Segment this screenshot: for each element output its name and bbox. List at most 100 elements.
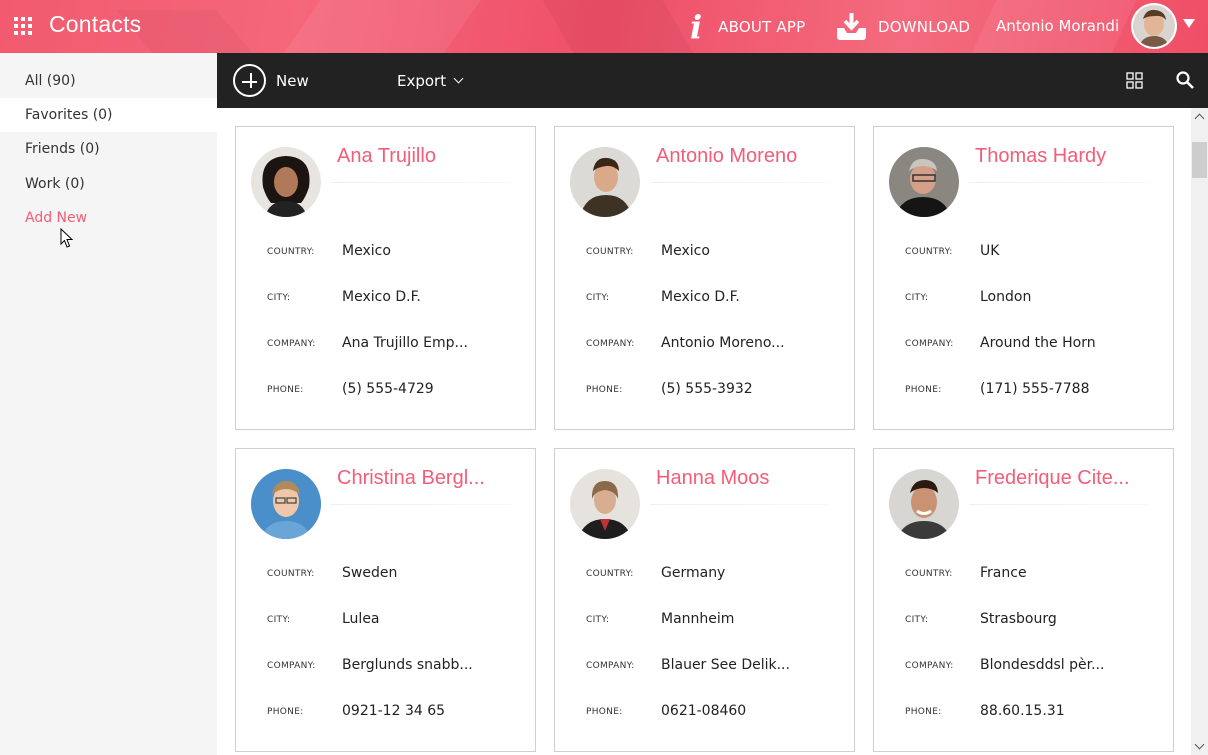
header-decoration	[116, 10, 283, 53]
vertical-scrollbar[interactable]	[1191, 108, 1208, 755]
divider	[650, 504, 830, 505]
city-value: Mexico D.F.	[661, 289, 740, 305]
user-name[interactable]: Antonio Morandi	[996, 17, 1119, 35]
divider	[650, 182, 830, 183]
sidebar-item-work[interactable]: Work (0)	[0, 167, 217, 201]
company-value: Antonio Moreno...	[661, 335, 785, 351]
download-label: DOWNLOAD	[878, 18, 971, 36]
contact-photo	[889, 469, 959, 539]
header-decoration	[531, 0, 709, 53]
phone-label: PHONE:	[267, 385, 304, 395]
phone-label: PHONE:	[267, 707, 304, 717]
card-view-icon[interactable]	[1126, 72, 1143, 89]
new-contact-button[interactable]: New	[233, 64, 309, 97]
contact-card[interactable]: Thomas Hardy COUNTRY: UK CITY: London CO…	[873, 126, 1174, 430]
contact-name[interactable]: Frederique Cite...	[975, 467, 1150, 490]
scroll-down-arrow-icon[interactable]	[1191, 738, 1208, 755]
sidebar: All (90) Favorites (0) Friends (0) Work …	[0, 53, 217, 755]
country-label: COUNTRY:	[905, 569, 953, 579]
phone-value: (171) 555-7788	[980, 381, 1090, 397]
company-label: COMPANY:	[267, 661, 316, 671]
contact-photo	[570, 147, 640, 217]
city-value: Strasbourg	[980, 611, 1057, 627]
country-value: Sweden	[342, 565, 398, 581]
contact-name[interactable]: Antonio Moreno	[656, 145, 831, 168]
sidebar-item-friends[interactable]: Friends (0)	[0, 132, 217, 166]
export-dropdown[interactable]: Export	[397, 72, 464, 90]
contact-card[interactable]: Christina Bergl... COUNTRY: Sweden CITY:…	[235, 448, 536, 752]
city-label: CITY:	[905, 293, 929, 303]
sidebar-item-all[interactable]: All (90)	[0, 64, 217, 98]
about-app-button[interactable]: i ABOUT APP	[690, 10, 805, 44]
contact-name[interactable]: Christina Bergl...	[337, 467, 512, 490]
contact-photo	[889, 147, 959, 217]
chevron-down-icon	[453, 73, 464, 83]
apps-grid-icon[interactable]	[14, 17, 33, 36]
city-label: CITY:	[267, 615, 291, 625]
user-photo	[1133, 5, 1175, 47]
phone-value: 0621-08460	[661, 703, 747, 719]
company-value: Blondesddsl pèr...	[980, 657, 1105, 673]
contact-photo	[570, 469, 640, 539]
country-value: Germany	[661, 565, 726, 581]
company-value: Around the Horn	[980, 335, 1096, 351]
country-value: France	[980, 565, 1027, 581]
contact-card[interactable]: Antonio Moreno COUNTRY: Mexico CITY: Mex…	[554, 126, 855, 430]
city-value: Mexico D.F.	[342, 289, 421, 305]
contact-name[interactable]: Thomas Hardy	[975, 145, 1150, 168]
plus-circle-icon	[233, 64, 266, 97]
info-icon: i	[690, 8, 703, 46]
city-value: Mannheim	[661, 611, 735, 627]
company-label: COMPANY:	[267, 339, 316, 349]
company-label: COMPANY:	[905, 661, 954, 671]
company-label: COMPANY:	[586, 339, 635, 349]
country-value: Mexico	[661, 243, 710, 259]
app-header: Contacts i ABOUT APP DOWNLOAD Antonio Mo…	[0, 0, 1208, 53]
contact-card[interactable]: Hanna Moos COUNTRY: Germany CITY: Mannhe…	[554, 448, 855, 752]
about-app-label: ABOUT APP	[718, 18, 806, 36]
toolbar: New Export	[217, 53, 1208, 108]
scroll-up-arrow-icon[interactable]	[1191, 108, 1208, 125]
scroll-thumb[interactable]	[1192, 142, 1207, 178]
city-value: Lulea	[342, 611, 380, 627]
contact-card[interactable]: Frederique Cite... COUNTRY: France CITY:…	[873, 448, 1174, 752]
city-label: CITY:	[586, 615, 610, 625]
divider	[331, 504, 511, 505]
company-value: Ana Trujillo Emp...	[342, 335, 468, 351]
divider	[969, 504, 1149, 505]
country-label: COUNTRY:	[586, 569, 634, 579]
divider	[969, 182, 1149, 183]
company-label: COMPANY:	[586, 661, 635, 671]
country-label: COUNTRY:	[267, 569, 315, 579]
phone-label: PHONE:	[586, 385, 623, 395]
sidebar-item-favorites[interactable]: Favorites (0)	[0, 98, 217, 132]
city-label: CITY:	[267, 293, 291, 303]
contacts-grid: Ana Trujillo COUNTRY: Mexico CITY: Mexic…	[217, 108, 1191, 755]
download-button[interactable]: DOWNLOAD	[835, 10, 970, 44]
phone-label: PHONE:	[905, 707, 942, 717]
contact-name[interactable]: Hanna Moos	[656, 467, 831, 490]
contact-photo	[251, 147, 321, 217]
country-label: COUNTRY:	[267, 247, 315, 257]
download-icon	[837, 13, 866, 40]
app-title: Contacts	[49, 11, 142, 37]
avatar[interactable]	[1131, 3, 1177, 49]
contact-name[interactable]: Ana Trujillo	[337, 145, 512, 168]
caret-down-icon[interactable]	[1183, 19, 1195, 28]
phone-value: (5) 555-4729	[342, 381, 434, 397]
country-value: UK	[980, 243, 1000, 259]
mouse-cursor-icon	[60, 228, 74, 248]
header-decoration	[257, 0, 503, 53]
search-icon[interactable]	[1176, 71, 1194, 89]
phone-label: PHONE:	[905, 385, 942, 395]
company-value: Blauer See Delik...	[661, 657, 790, 673]
phone-label: PHONE:	[586, 707, 623, 717]
company-value: Berglunds snabb...	[342, 657, 473, 673]
add-new-group-link[interactable]: Add New	[0, 201, 217, 235]
contact-photo	[251, 469, 321, 539]
country-label: COUNTRY:	[905, 247, 953, 257]
export-label: Export	[397, 72, 447, 90]
country-label: COUNTRY:	[586, 247, 634, 257]
city-value: London	[980, 289, 1032, 305]
contact-card[interactable]: Ana Trujillo COUNTRY: Mexico CITY: Mexic…	[235, 126, 536, 430]
